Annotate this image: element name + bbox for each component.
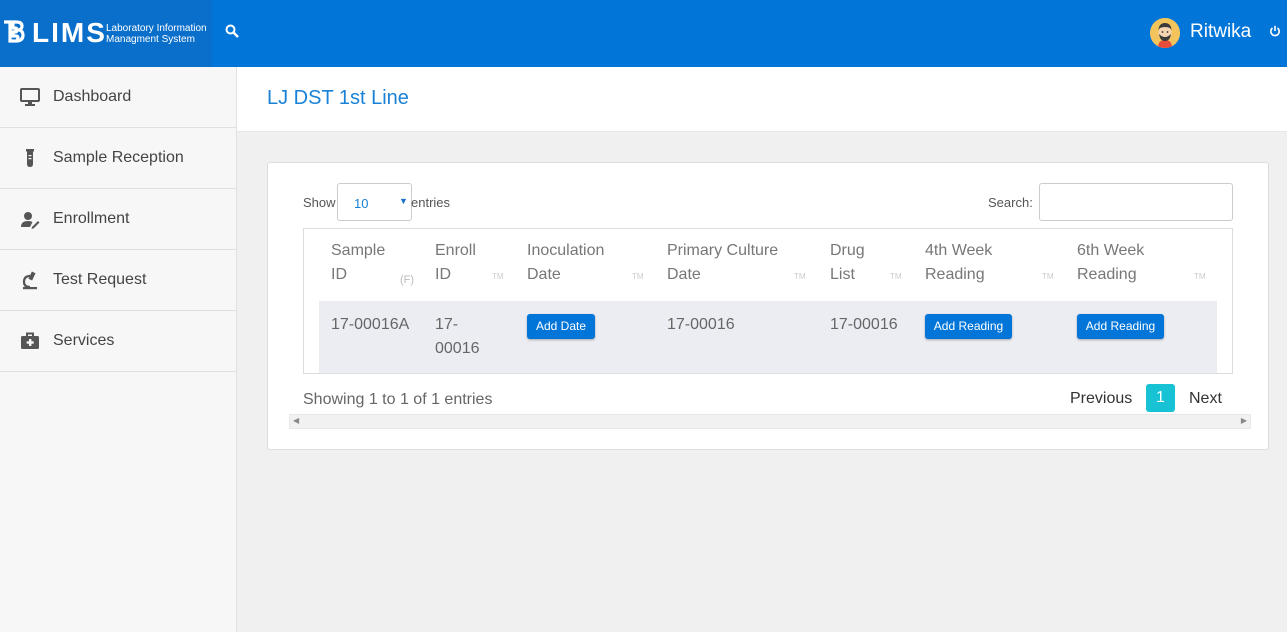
user-avatar[interactable] — [1150, 18, 1180, 48]
table-card: Show 10 ▼ entries Search: Sample ID (F) … — [267, 162, 1269, 450]
column-header-line1: 6th Week — [1077, 242, 1145, 259]
sidebar-item-label: Sample Reception — [53, 149, 184, 166]
monitor-icon — [20, 88, 40, 106]
add-reading-6th-week-button[interactable]: Add Reading — [1077, 314, 1164, 339]
page-header: LJ DST 1st Line — [237, 67, 1287, 132]
lims-logo-icon — [4, 20, 25, 43]
column-header-6th-week-reading[interactable]: 6th Week Reading — [1077, 239, 1144, 287]
search-icon[interactable] — [225, 24, 239, 38]
column-header-line2: ID — [331, 266, 347, 283]
table-row: 17-00016A 17- 00016 Add Date 17-00016 17… — [319, 301, 1217, 373]
column-header-line2: ID — [435, 266, 451, 283]
pagination-previous-button[interactable]: Previous — [1070, 389, 1132, 409]
cell-sample-id: 17-00016A — [331, 316, 410, 333]
column-header-line2: Date — [667, 266, 701, 283]
avatar-face-icon — [1150, 18, 1180, 48]
page-title: LJ DST 1st Line — [267, 87, 409, 109]
show-label: Show — [303, 195, 336, 210]
cell-drug-list: 17-00016 — [830, 316, 898, 333]
scroll-right-arrow-icon[interactable]: ▶ — [1241, 416, 1247, 425]
column-header-line1: Primary Culture — [667, 242, 779, 259]
column-header-sample-id[interactable]: Sample ID — [331, 239, 385, 287]
cell-primary-culture-date: 17-00016 — [667, 316, 735, 333]
column-header-line2: Date — [527, 266, 561, 283]
sort-indicator[interactable]: TM — [890, 272, 902, 281]
user-name[interactable]: Ritwika — [1190, 21, 1251, 43]
brand-name: LIMS — [32, 17, 107, 48]
brand-subtitle: Laboratory Information Managment System — [106, 23, 210, 45]
column-header-line1: 4th Week — [925, 242, 993, 259]
brand-subtitle-line2: Managment System — [106, 34, 195, 45]
sidebar-item-label: Test Request — [53, 271, 147, 288]
sort-indicator[interactable]: TM — [492, 272, 504, 281]
sort-indicator[interactable]: TM — [1042, 272, 1054, 281]
sidebar-item-sample-reception[interactable]: Sample Reception — [0, 128, 236, 189]
chevron-down-icon: ▼ — [399, 196, 408, 206]
column-header-drug-list[interactable]: Drug List — [830, 239, 865, 287]
pagination-next-button[interactable]: Next — [1189, 389, 1222, 409]
sort-indicator[interactable]: TM — [794, 272, 806, 281]
medical-kit-icon — [21, 332, 39, 349]
page-length-select[interactable]: 10 ▼ — [337, 183, 412, 221]
column-header-4th-week-reading[interactable]: 4th Week Reading — [925, 239, 992, 287]
power-icon[interactable] — [1269, 25, 1281, 37]
cell-enroll-id-line2: 00016 — [435, 340, 480, 357]
sidebar-item-test-request[interactable]: Test Request — [0, 250, 236, 311]
microscope-icon — [22, 271, 37, 290]
scroll-left-arrow-icon[interactable]: ◀ — [293, 416, 299, 425]
sort-indicator[interactable]: (F) — [400, 274, 414, 286]
test-tube-icon — [26, 149, 34, 167]
sidebar-item-label: Services — [53, 332, 115, 349]
column-header-primary-culture-date[interactable]: Primary Culture Date — [667, 239, 778, 287]
column-header-line2: Reading — [925, 266, 985, 283]
data-table: Sample ID (F) Enroll ID TM Inoculation D… — [303, 228, 1233, 374]
column-header-line1: Sample — [331, 242, 386, 259]
brand[interactable]: LIMS Laboratory Information Managment Sy… — [0, 0, 212, 67]
add-date-button[interactable]: Add Date — [527, 314, 595, 339]
column-header-inoculation-date[interactable]: Inoculation Date — [527, 239, 604, 287]
sidebar-item-services[interactable]: Services — [0, 311, 236, 372]
column-header-line1: Drug — [830, 242, 865, 259]
search-input[interactable] — [1039, 183, 1233, 221]
column-header-line1: Enroll — [435, 242, 476, 259]
sidebar-item-label: Dashboard — [53, 88, 132, 105]
column-header-line2: Reading — [1077, 266, 1137, 283]
add-reading-4th-week-button[interactable]: Add Reading — [925, 314, 1012, 339]
search-label: Search: — [988, 195, 1033, 210]
sidebar: Dashboard Sample Reception Enrollment Te… — [0, 67, 237, 632]
sort-indicator[interactable]: TM — [632, 272, 644, 281]
cell-enroll-id-line1: 17- — [435, 316, 459, 333]
table-info: Showing 1 to 1 of 1 entries — [303, 391, 493, 408]
entries-label: entries — [411, 195, 451, 210]
cell-enroll-id: 17- 00016 — [435, 313, 480, 361]
pagination-page-1-button[interactable]: 1 — [1146, 384, 1175, 412]
page-length-value: 10 — [354, 196, 369, 211]
user-edit-icon — [21, 212, 40, 229]
column-header-line2: List — [830, 266, 855, 283]
column-header-line1: Inoculation — [527, 242, 605, 259]
column-header-enroll-id[interactable]: Enroll ID — [435, 239, 476, 287]
horizontal-scrollbar[interactable]: ◀ ▶ — [289, 414, 1251, 429]
sidebar-item-dashboard[interactable]: Dashboard — [0, 67, 236, 128]
sidebar-item-label: Enrollment — [53, 210, 130, 227]
top-bar: LIMS Laboratory Information Managment Sy… — [0, 0, 1287, 67]
sidebar-item-enrollment[interactable]: Enrollment — [0, 189, 236, 250]
brand-subtitle-line1: Laboratory Information — [106, 23, 207, 34]
sort-indicator[interactable]: TM — [1194, 272, 1206, 281]
